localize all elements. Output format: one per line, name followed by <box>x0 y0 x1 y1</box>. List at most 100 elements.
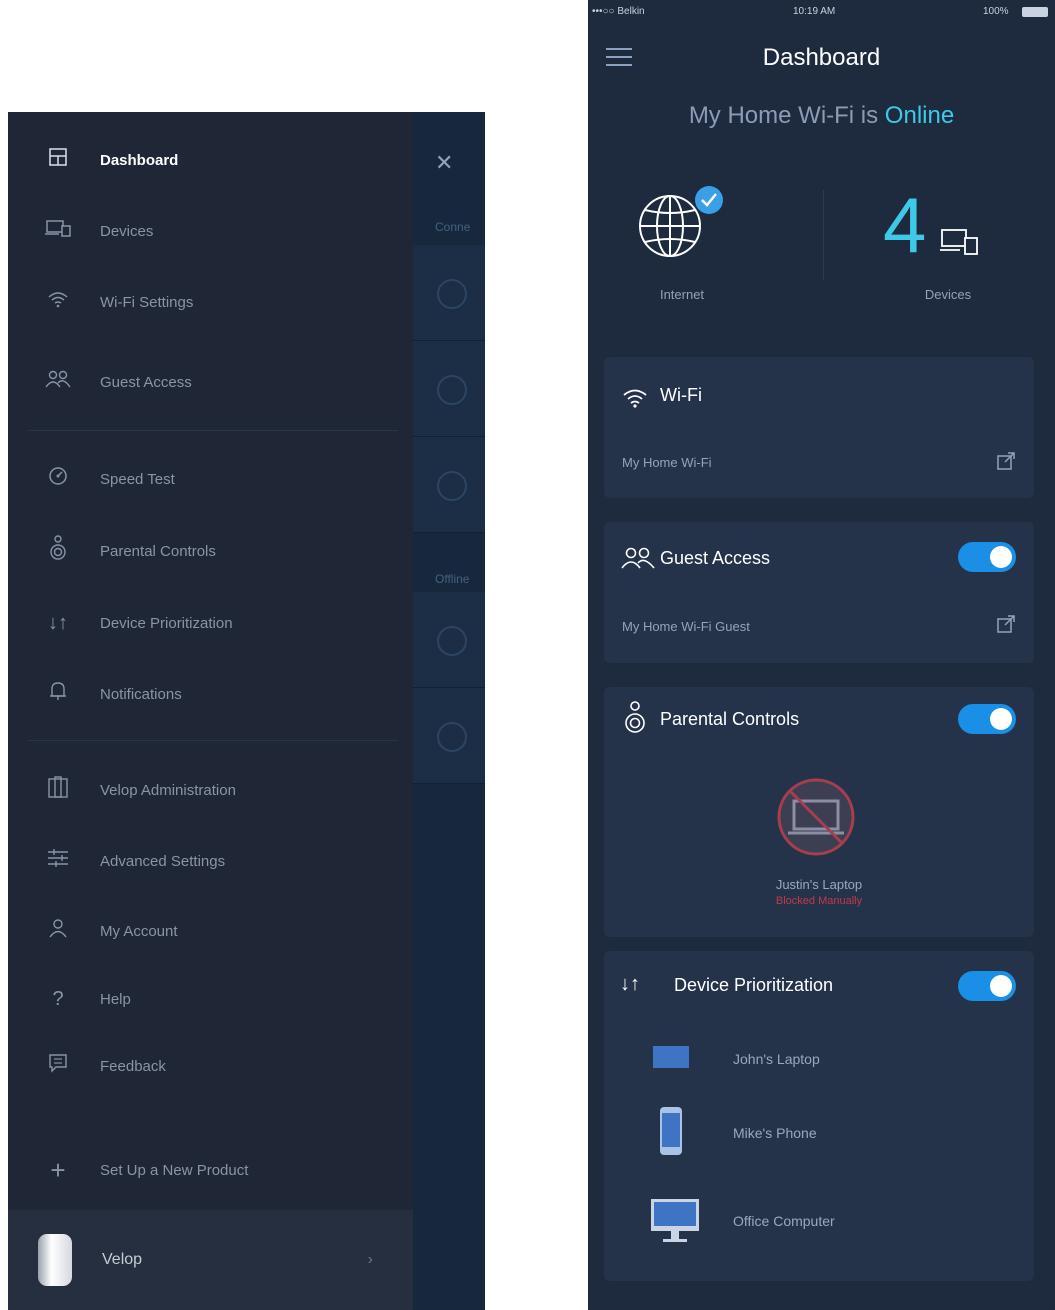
offline-label: Offline <box>435 572 470 586</box>
menu-item-velop-administration[interactable]: Velop Administration <box>8 770 413 810</box>
velop-node-icon <box>38 1234 72 1286</box>
divider <box>28 740 398 741</box>
menu-item-label: Notifications <box>100 685 182 703</box>
menu-item-label: Velop Administration <box>100 781 236 799</box>
velop-label: Velop <box>102 1251 143 1268</box>
share-icon[interactable] <box>996 614 1016 639</box>
internet-label: Internet <box>659 287 705 302</box>
devices-count[interactable]: 4 <box>883 180 926 270</box>
menu-item-parental-controls[interactable]: Parental Controls <box>8 531 413 571</box>
list-item[interactable] <box>413 688 485 784</box>
parental-icon <box>40 535 76 567</box>
network-status-headline: My Home Wi-Fi is Online <box>588 102 1055 130</box>
device-icon <box>437 626 467 656</box>
plus-icon: + <box>50 1154 66 1185</box>
menu-item-wifi-settings[interactable]: Wi-Fi Settings <box>8 282 413 322</box>
list-item[interactable]: Office Computer <box>649 1196 835 1246</box>
user-icon <box>40 918 76 944</box>
device-label: John's Laptop <box>733 1051 820 1067</box>
menu-item-my-account[interactable]: My Account <box>8 911 413 951</box>
list-item[interactable] <box>413 437 485 533</box>
device-icon <box>437 279 467 309</box>
velop-node-row[interactable]: Velop › <box>8 1210 413 1310</box>
device-label: Mike's Phone <box>733 1125 817 1141</box>
menu-item-guest-access[interactable]: Guest Access <box>8 362 413 402</box>
help-icon: ? <box>52 987 64 1010</box>
menu-item-label: Help <box>100 990 131 1008</box>
side-menu-screen: ✕ Conne Offline Dashboard Devices Wi-Fi … <box>8 112 485 1310</box>
toggle-knob <box>990 546 1012 568</box>
list-item[interactable] <box>413 341 485 437</box>
feedback-icon <box>40 1053 76 1079</box>
device-label: Office Computer <box>733 1213 835 1229</box>
blocked-laptop-icon[interactable] <box>776 777 856 862</box>
divider <box>28 430 398 431</box>
menu-item-speed-test[interactable]: Speed Test <box>8 459 413 499</box>
menu-item-label: Advanced Settings <box>100 852 226 870</box>
divider <box>823 190 824 280</box>
connected-label: Conne <box>435 220 471 234</box>
list-item[interactable] <box>413 592 485 688</box>
wifi-title: Wi-Fi <box>660 385 702 405</box>
guest-access-card[interactable]: Guest Access My Home Wi-Fi Guest <box>604 522 1034 663</box>
device-prioritization-title: Device Prioritization <box>674 975 834 995</box>
close-icon[interactable]: ✕ <box>435 150 453 176</box>
devices-label: Devices <box>924 287 972 302</box>
menu-item-device-prioritization[interactable]: ↓↑ Device Prioritization <box>8 603 413 643</box>
device-icon <box>437 722 467 752</box>
list-item[interactable] <box>413 245 485 341</box>
guest-network-name: My Home Wi-Fi Guest <box>622 619 750 634</box>
menu-item-label: Device Prioritization <box>100 614 233 632</box>
battery-level: 100% <box>983 6 1009 17</box>
guest-access-title: Guest Access <box>660 548 771 568</box>
dashboard-screen: •••○○ Belkin 10:19 AM 100% Dashboard My … <box>588 0 1055 1310</box>
menu-item-label: Devices <box>100 222 154 240</box>
speedometer-icon <box>40 466 76 492</box>
velop-admin-icon <box>40 775 76 805</box>
headline-prefix: My Home Wi-Fi is <box>688 102 885 129</box>
share-icon[interactable] <box>996 451 1016 476</box>
side-menu: Dashboard Devices Wi-Fi Settings Guest A… <box>8 112 413 1310</box>
device-icon <box>437 375 467 405</box>
globe-icon <box>639 186 723 257</box>
devices-icon <box>40 218 76 244</box>
menu-item-devices[interactable]: Devices <box>8 211 413 251</box>
menu-item-set-up-new-product[interactable]: + Set Up a New Product <box>8 1150 413 1190</box>
desktop-icon <box>651 1199 699 1242</box>
priority-arrows-icon: ↓↑ <box>48 611 68 634</box>
battery-icon <box>1022 7 1048 17</box>
wifi-icon <box>622 387 648 414</box>
menu-item-feedback[interactable]: Feedback <box>8 1046 413 1086</box>
phone-icon <box>660 1107 682 1155</box>
guest-access-toggle[interactable] <box>958 542 1016 572</box>
list-item[interactable]: Mike's Phone <box>649 1103 817 1163</box>
toggle-knob <box>990 975 1012 997</box>
parental-icon <box>624 701 646 740</box>
status-time: 10:19 AM <box>793 6 836 17</box>
wifi-network-name: My Home Wi-Fi <box>622 455 712 470</box>
parental-controls-toggle[interactable] <box>958 704 1016 734</box>
chevron-right-icon: › <box>367 1251 373 1268</box>
guest-icon <box>40 369 76 395</box>
menu-item-help[interactable]: ? Help <box>8 979 413 1019</box>
device-prioritization-card[interactable]: ↓↑ Device Prioritization John's Laptop M… <box>604 951 1034 1281</box>
menu-item-label: Parental Controls <box>100 542 216 560</box>
menu-item-label: Speed Test <box>100 470 175 488</box>
carrier-signal: •••○○ Belkin <box>592 6 645 17</box>
menu-item-label: Dashboard <box>100 151 179 169</box>
parental-controls-card[interactable]: Parental Controls Justin's Laptop Blocke… <box>604 687 1034 937</box>
device-prioritization-toggle[interactable] <box>958 971 1016 1001</box>
parental-controls-title: Parental Controls <box>660 709 800 729</box>
menu-item-advanced-settings[interactable]: Advanced Settings <box>8 841 413 881</box>
menu-item-notifications[interactable]: Notifications <box>8 674 413 714</box>
menu-item-label: My Account <box>100 922 178 940</box>
page-title: Dashboard <box>762 44 881 71</box>
internet-status[interactable] <box>638 180 738 270</box>
menu-item-dashboard[interactable]: Dashboard <box>8 140 413 180</box>
bell-icon <box>40 681 76 707</box>
devices-icon <box>940 226 980 263</box>
wifi-card[interactable]: Wi-Fi My Home Wi-Fi <box>604 357 1034 498</box>
menu-item-label: Set Up a New Product <box>100 1161 249 1179</box>
blocked-status: Blocked Manually <box>775 895 863 907</box>
list-item[interactable]: John's Laptop <box>649 1039 820 1079</box>
